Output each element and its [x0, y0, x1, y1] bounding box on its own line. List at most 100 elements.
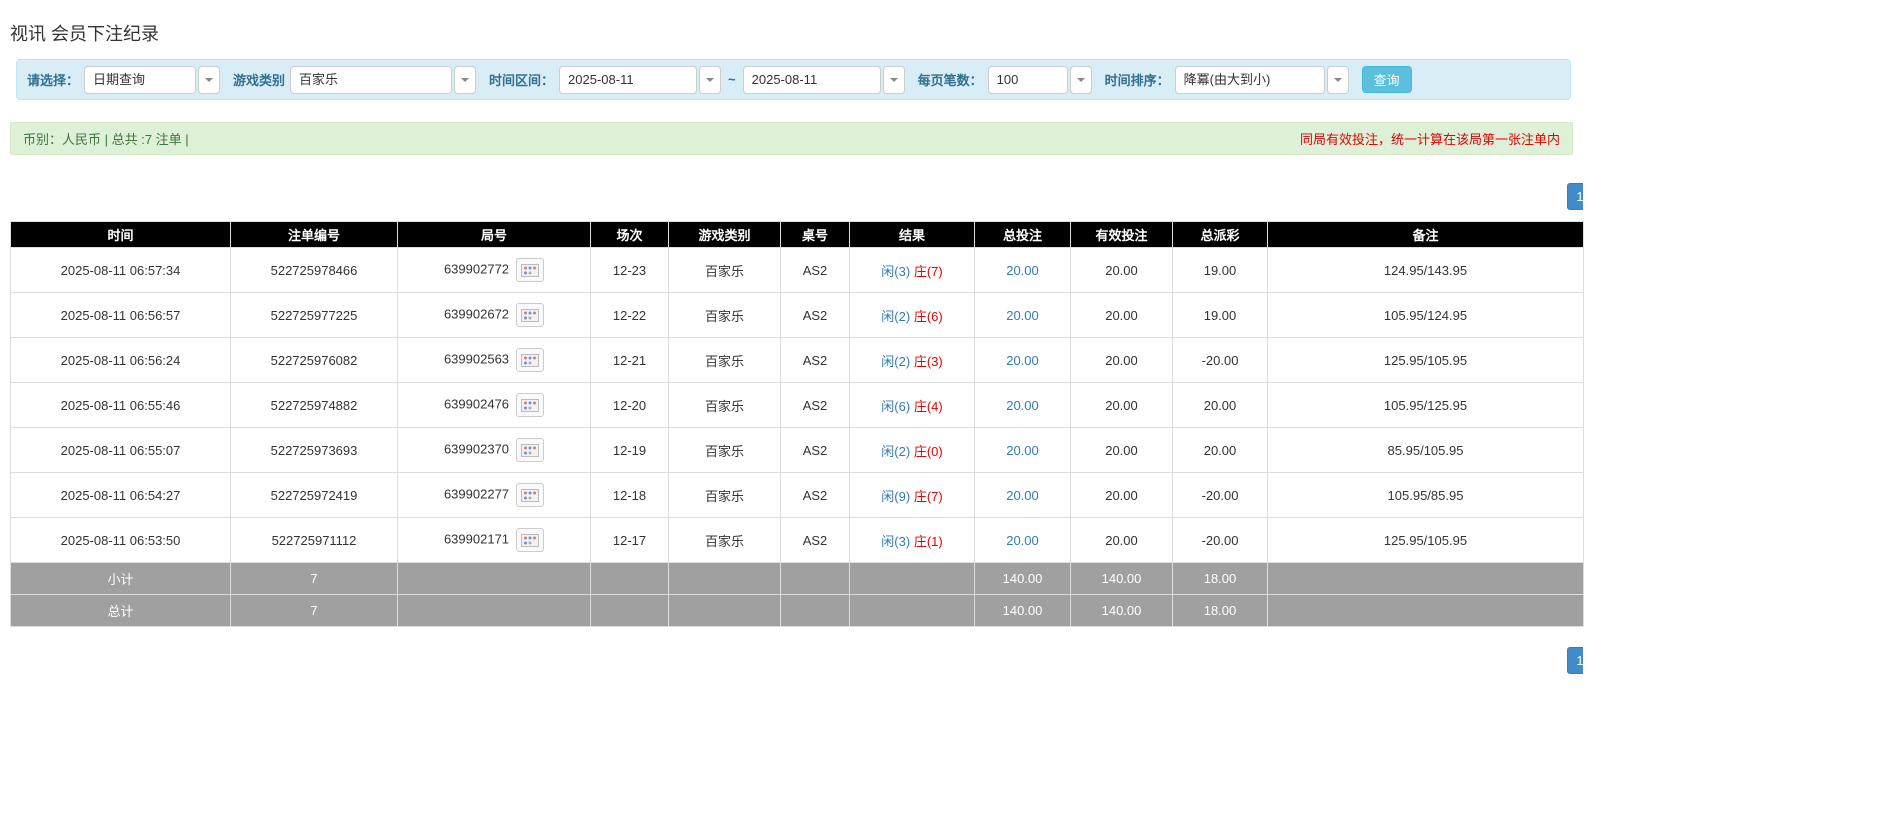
result-player: 闲(2) — [881, 354, 910, 369]
cell-result: 闲(3) 庄(7) — [850, 248, 975, 293]
chevron-down-icon[interactable] — [699, 66, 721, 94]
round-number: 639902772 — [444, 261, 509, 276]
view-cards-button[interactable] — [516, 483, 544, 507]
view-cards-button[interactable] — [516, 258, 544, 282]
search-button[interactable]: 查询 — [1362, 66, 1412, 93]
summary-count: 7 — [231, 563, 398, 595]
cell-note: 105.95/124.95 — [1268, 293, 1584, 338]
game-type-value[interactable]: 百家乐 — [290, 66, 452, 94]
col-bet-no: 注单编号 — [231, 222, 398, 248]
sort-order-select[interactable]: 降冪(由大到小) — [1175, 66, 1349, 94]
summary-empty-cell — [398, 563, 591, 595]
game-type-select[interactable]: 百家乐 — [290, 66, 476, 94]
cell-table-no: AS2 — [781, 248, 850, 293]
summary-empty-cell — [398, 595, 591, 627]
cell-valid-bet: 20.00 — [1071, 428, 1173, 473]
page-size-select[interactable]: 100 — [988, 66, 1092, 94]
cell-note: 105.95/125.95 — [1268, 383, 1584, 428]
total-bet-link[interactable]: 20.00 — [1006, 308, 1039, 323]
total-bet-link[interactable]: 20.00 — [1006, 443, 1039, 458]
table-row: 2025-08-11 06:55:07522725973693639902370… — [11, 428, 1584, 473]
total-bet-link[interactable]: 20.00 — [1006, 398, 1039, 413]
cell-time: 2025-08-11 06:56:57 — [11, 293, 231, 338]
summary-total-bet: 140.00 — [975, 563, 1071, 595]
chevron-down-icon[interactable] — [1327, 66, 1349, 94]
col-total-bet: 总投注 — [975, 222, 1071, 248]
summary-payout: 18.00 — [1173, 595, 1268, 627]
date-to-value[interactable]: 2025-08-11 — [743, 66, 881, 94]
cell-valid-bet: 20.00 — [1071, 248, 1173, 293]
cell-session: 12-23 — [591, 248, 669, 293]
summary-count: 7 — [231, 595, 398, 627]
total-bet-link[interactable]: 20.00 — [1006, 488, 1039, 503]
cell-payout: 19.00 — [1173, 293, 1268, 338]
view-cards-button[interactable] — [516, 348, 544, 372]
summary-empty-cell — [1268, 595, 1584, 627]
cell-payout: -20.00 — [1173, 338, 1268, 383]
summary-label: 小计 — [11, 563, 231, 595]
chevron-down-icon[interactable] — [198, 66, 220, 94]
caret-icon — [1077, 78, 1085, 82]
cell-payout: 19.00 — [1173, 248, 1268, 293]
table-body: 2025-08-11 06:57:34522725978466639902772… — [11, 248, 1584, 563]
cell-session: 12-20 — [591, 383, 669, 428]
date-to-select[interactable]: 2025-08-11 — [743, 66, 905, 94]
cards-icon — [521, 309, 539, 322]
cell-total-bet: 20.00 — [975, 518, 1071, 563]
cell-time: 2025-08-11 06:53:50 — [11, 518, 231, 563]
chevron-down-icon[interactable] — [1070, 66, 1092, 94]
sort-order-value[interactable]: 降冪(由大到小) — [1175, 66, 1325, 94]
total-bet-link[interactable]: 20.00 — [1006, 533, 1039, 548]
chevron-down-icon[interactable] — [454, 66, 476, 94]
view-cards-button[interactable] — [516, 303, 544, 327]
cell-table-no: AS2 — [781, 428, 850, 473]
cell-note: 125.95/105.95 — [1268, 518, 1584, 563]
cell-game-type: 百家乐 — [669, 383, 781, 428]
round-number: 639902370 — [444, 441, 509, 456]
view-cards-button[interactable] — [516, 438, 544, 462]
round-number: 639902171 — [444, 531, 509, 546]
cell-result: 闲(6) 庄(4) — [850, 383, 975, 428]
summary-total-bet: 140.00 — [975, 595, 1071, 627]
date-from-value[interactable]: 2025-08-11 — [559, 66, 697, 94]
summary-valid-bet: 140.00 — [1071, 595, 1173, 627]
chevron-down-icon[interactable] — [883, 66, 905, 94]
total-bet-link[interactable]: 20.00 — [1006, 263, 1039, 278]
cell-result: 闲(9) 庄(7) — [850, 473, 975, 518]
view-cards-button[interactable] — [516, 528, 544, 552]
summary-row: 小计7140.00140.0018.00 — [11, 563, 1584, 595]
cell-note: 125.95/105.95 — [1268, 338, 1584, 383]
page-1-button[interactable]: 1 — [1567, 647, 1583, 674]
cell-session: 12-18 — [591, 473, 669, 518]
summary-empty-cell — [669, 595, 781, 627]
cell-table-no: AS2 — [781, 338, 850, 383]
cell-bet-no: 522725972419 — [231, 473, 398, 518]
date-from-select[interactable]: 2025-08-11 — [559, 66, 721, 94]
query-type-label: 请选择： — [27, 70, 79, 89]
round-number: 639902476 — [444, 396, 509, 411]
cell-note: 124.95/143.95 — [1268, 248, 1584, 293]
result-player: 闲(2) — [881, 309, 910, 324]
cell-bet-no: 522725976082 — [231, 338, 398, 383]
summary-empty-cell — [781, 563, 850, 595]
cards-icon — [521, 534, 539, 547]
query-type-value[interactable]: 日期查询 — [84, 66, 196, 94]
total-bet-link[interactable]: 20.00 — [1006, 353, 1039, 368]
cards-icon — [521, 444, 539, 457]
table-row: 2025-08-11 06:55:46522725974882639902476… — [11, 383, 1584, 428]
pagination-bottom: 1 — [10, 647, 1583, 674]
cell-game-type: 百家乐 — [669, 473, 781, 518]
cell-table-no: AS2 — [781, 383, 850, 428]
page-size-value[interactable]: 100 — [988, 66, 1068, 94]
col-payout: 总派彩 — [1173, 222, 1268, 248]
summary-empty-cell — [669, 563, 781, 595]
view-cards-button[interactable] — [516, 393, 544, 417]
cards-icon — [521, 354, 539, 367]
cell-valid-bet: 20.00 — [1071, 338, 1173, 383]
caret-icon — [890, 78, 898, 82]
result-banker: 庄(0) — [914, 444, 943, 459]
caret-icon — [1334, 78, 1342, 82]
page-1-button[interactable]: 1 — [1567, 183, 1583, 210]
result-banker: 庄(4) — [914, 399, 943, 414]
query-type-select[interactable]: 日期查询 — [84, 66, 220, 94]
